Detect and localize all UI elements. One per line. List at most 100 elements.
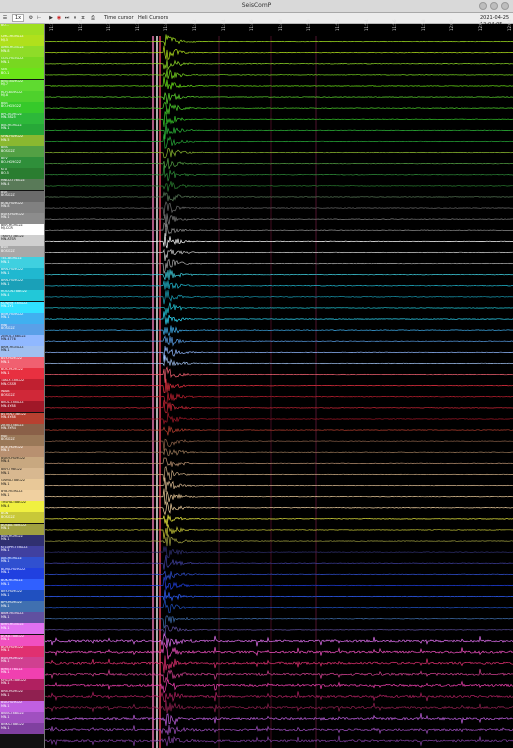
waveform-trace	[45, 355, 513, 367]
station-label[interactable]: WAIB BOSG2Z	[0, 390, 44, 402]
station-label[interactable]: BSK BOSG2Z	[0, 190, 44, 202]
station-label[interactable]: GNMA-T8BG2Z MN.1	[0, 479, 44, 491]
minimize-button[interactable]	[479, 2, 487, 10]
station-channel: MN.1	[1, 681, 10, 686]
station-label[interactable]: BRN-HG9G2Z MN.1	[0, 279, 44, 291]
station-channel: BOSG2Z	[1, 248, 15, 253]
station-label[interactable]: BKB-HG9G2Z MN.1	[0, 534, 44, 546]
station-label[interactable]: KT0 BO.5	[0, 168, 44, 180]
station-label[interactable]: BKH-T9BG2Z MN.1	[0, 468, 44, 480]
station-label[interactable]: BSTKN-T3BG2Z MN.4Y88	[0, 412, 44, 424]
station-label[interactable]: BBM-HG9G2Z MN.1	[0, 612, 44, 624]
station-label[interactable]: BUS-HG9G2Z MN.1	[0, 368, 44, 380]
waveform-trace	[45, 34, 513, 46]
station-label[interactable]: BOB-HG9G2Z MN.8	[0, 201, 44, 213]
station-channel: MN.1	[1, 670, 10, 675]
station-label[interactable]: BUSBA-T8BG2Z MN.1	[0, 523, 44, 535]
station-channel: MN.1	[1, 481, 10, 486]
waveform-plot[interactable]	[45, 24, 513, 748]
station-label[interactable]: BKR-HG9G2Z MJ.CCR	[0, 223, 44, 235]
station-label[interactable]: KONHM-T3BG2Z MN.2Y1	[0, 301, 44, 313]
station-label[interactable]: GOS-HG5G2Z MN.1	[0, 57, 44, 69]
station-label[interactable]: KHLLM-T8BG2Z MN.1	[0, 678, 44, 690]
station-label[interactable]: BSN BOSG2Z	[0, 246, 44, 258]
time-tick-label: 11:44	[220, 19, 226, 31]
time-tick-label: 11:58	[420, 19, 426, 31]
station-label[interactable]: BCH-HG9G2Z MN.1	[0, 645, 44, 657]
station-label[interactable]: BEV BO-HG9G2Z	[0, 157, 44, 169]
time-tick-label: 12:00	[449, 19, 455, 31]
station-channel: MN.4Y88	[1, 415, 16, 420]
station-label[interactable]: MAT BOSG2Z	[0, 434, 44, 446]
print-icon[interactable]: ⎙	[90, 15, 96, 22]
station-channel: MN.1	[1, 359, 10, 364]
station-channel: MN.CSSR	[1, 381, 17, 386]
station-label[interactable]: BMN-T7BG2Z MN.1	[0, 667, 44, 679]
station-label[interactable]: SHN-HG9G2Z MN.5	[0, 135, 44, 147]
station-label[interactable]: BSK-HG9G2Z MN.1	[0, 701, 44, 713]
waveform-trace	[45, 425, 513, 436]
station-label[interactable]: BIB-HG9G2Z MN.1	[0, 123, 44, 135]
waveform-trace	[45, 76, 513, 90]
zoom-select[interactable]: 1x	[12, 14, 25, 22]
station-label[interactable]: AIB-HG9G2Z MN.1	[0, 556, 44, 568]
station-label[interactable]: BOE-HG9G2Z MN.1	[0, 445, 44, 457]
close-button[interactable]	[501, 2, 509, 10]
station-label[interactable]: TAKLY-T3BG2Z MN.CSSR	[0, 379, 44, 391]
station-channel: BO-HG5G2Z	[1, 104, 22, 109]
station-label[interactable]: BRB-HG9G2Z MN.1	[0, 690, 44, 702]
station-label[interactable]: BUK-HG9G2Z MN.1	[0, 579, 44, 591]
menu-icon[interactable]: ☰	[2, 15, 8, 22]
station-channel: BOSG2Z	[1, 148, 15, 153]
station-label[interactable]: BKY-HG9G2Z MN.1	[0, 590, 44, 602]
station-channel: MN.1	[1, 126, 10, 131]
record-icon[interactable]: ◉	[56, 15, 62, 22]
station-label[interactable]: BMH-HG5G2Z MN.1	[0, 623, 44, 635]
station-label[interactable]: MNJ BOSG2Z	[0, 323, 44, 335]
waveform-trace	[45, 546, 513, 559]
station-label[interactable]: BKBS-T8BG2Z MN.1	[0, 712, 44, 724]
station-label[interactable]: ZEKOL-T8BG2Z MN.4776	[0, 334, 44, 346]
maximize-button[interactable]	[490, 2, 498, 10]
station-label[interactable]: MNLD-T7BG2Z MN.4	[0, 179, 44, 191]
station-label[interactable]: BNO-BG9G2Z MJ.7	[0, 79, 44, 91]
time-tick-label: 12:04	[506, 19, 512, 31]
station-label[interactable]: BNKS-T8BG2Z MN.1	[0, 723, 44, 735]
waveform-trace	[45, 191, 513, 202]
settings-icon[interactable]: ⚙	[28, 15, 34, 22]
station-label[interactable]: BLMA-HG9G2Z MN.1	[0, 567, 44, 579]
station-label[interactable]: TKKH-T3BG2Z MN.ATSR	[0, 234, 44, 246]
station-label[interactable]: BSY-HG9G2Z MN.1	[0, 357, 44, 369]
station-label[interactable]: BPL-KG9G2Z MN.3825	[0, 112, 44, 124]
waveform-trace	[45, 624, 513, 637]
station-label[interactable]: ROCCN-T8BG2Z MN.4	[0, 290, 44, 302]
station-label[interactable]: BNH-HG9G2Z MN.1	[0, 312, 44, 324]
station-label[interactable]: BGN BOSG2Z	[0, 512, 44, 524]
station-label[interactable]: BYB-HG9G2Z MN.1	[0, 490, 44, 502]
station-channel: MN.1	[1, 725, 10, 730]
station-channel: MN.1	[1, 559, 10, 564]
station-label[interactable]: TRSHA-T8BG2Z MN.4	[0, 501, 44, 513]
station-label[interactable]: BNS BOSG2Z	[0, 146, 44, 158]
waveform-trace	[45, 290, 513, 305]
station-label[interactable]: BRN-HG9G2Z MN.1	[0, 268, 44, 280]
station-label[interactable]: KTLUPH-T7BG2Z MN.1	[0, 545, 44, 557]
station-channel: MN.1	[1, 692, 10, 697]
station-label[interactable]: CMC-HG9G2Z MJ.5	[0, 35, 44, 47]
station-label[interactable]: BSKY-HG9G2Z MN.1	[0, 212, 44, 224]
station-label[interactable]: TEL-BG9G2Z MN.1	[0, 257, 44, 269]
station-label[interactable]: BSKH-HG9G2Z MN.4	[0, 456, 44, 468]
station-label[interactable]: BUKB-T8BG2Z MN.1	[0, 634, 44, 646]
station-label[interactable]: ZKTN-T3BG2Z MN.3YR4	[0, 423, 44, 435]
ruler-icon[interactable]: ⊢	[36, 15, 42, 22]
station-label[interactable]: BRM-HG5G2Z MN.1	[0, 345, 44, 357]
step-forward-icon[interactable]: ⏭	[64, 15, 70, 22]
station-label[interactable]: RLH-BG9G2Z MJ.8	[0, 90, 44, 102]
station-label[interactable]: AMN-HG5G2Z MN.8	[0, 46, 44, 58]
station-label[interactable]: BU...	[0, 24, 44, 36]
station-label[interactable]: BSN-HG9G2Z MN.1	[0, 656, 44, 668]
station-label[interactable]: BKUL-T3BG2Z MN.4Y88	[0, 401, 44, 413]
station-label[interactable]: BKB BO-HG5G2Z	[0, 101, 44, 113]
station-label[interactable]: BPY-HG9G2Z MN.1	[0, 601, 44, 613]
station-label[interactable]: SEK BO-1	[0, 68, 44, 80]
